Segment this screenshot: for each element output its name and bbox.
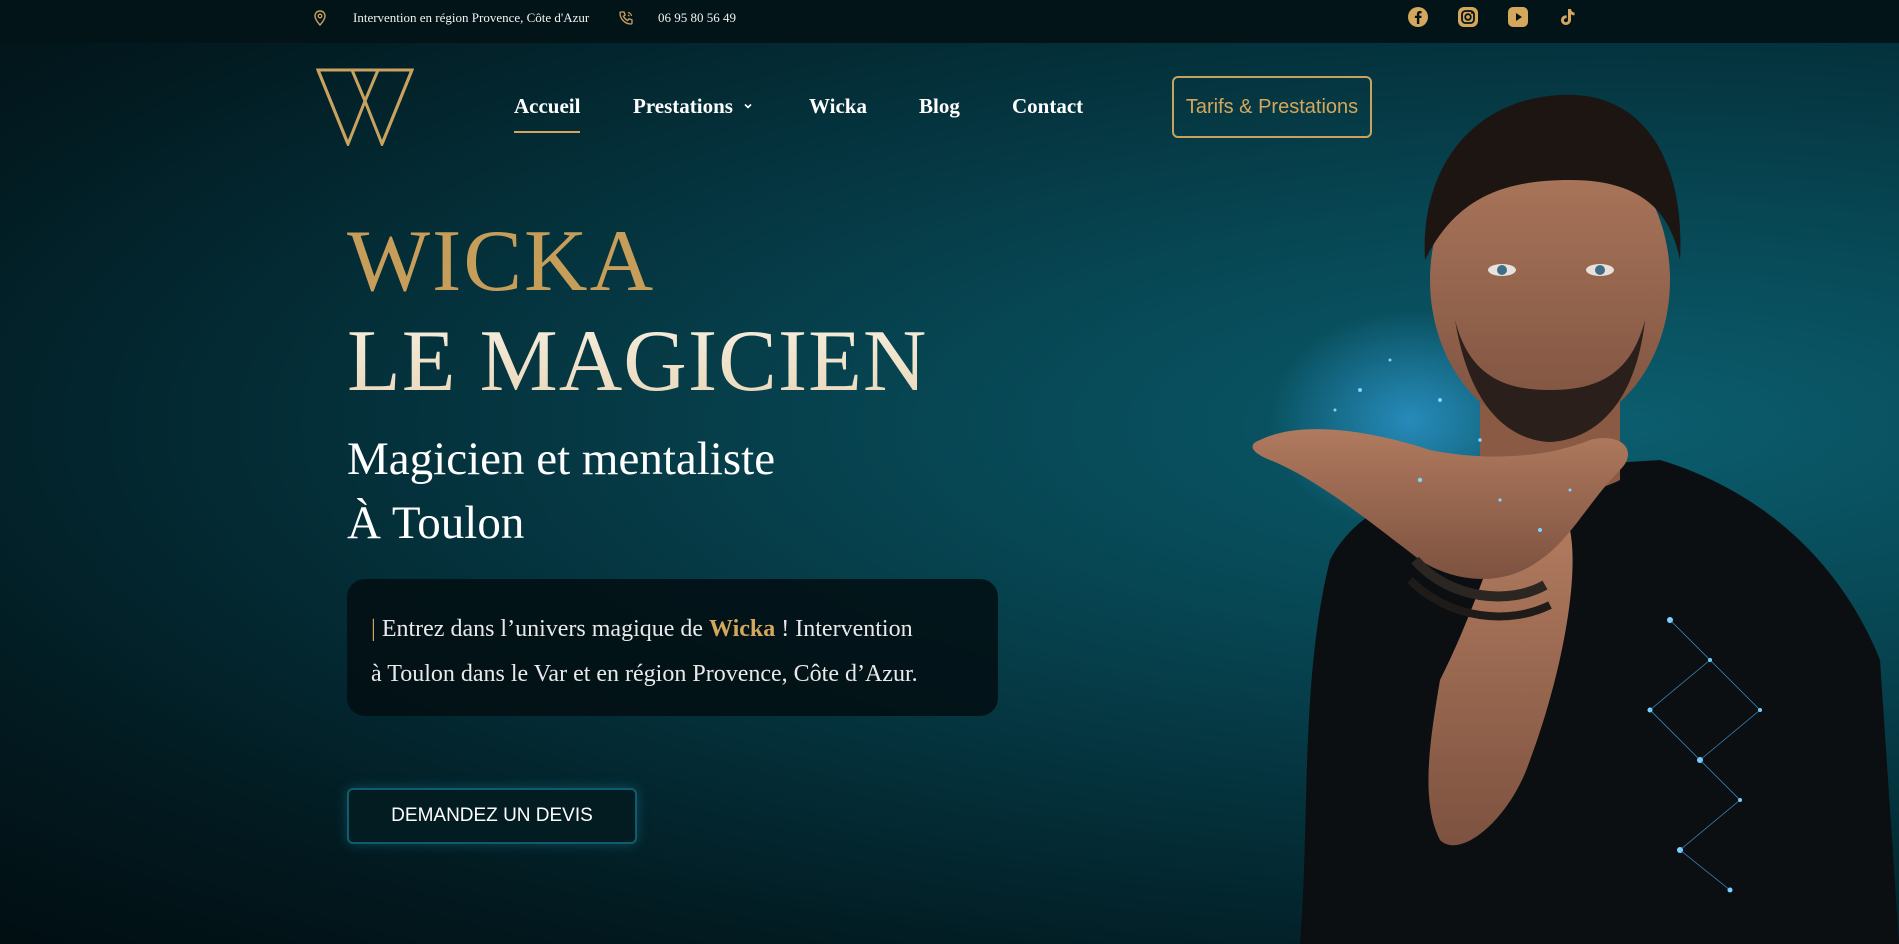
- phone-info[interactable]: 06 95 80 56 49: [618, 0, 736, 35]
- intro-box: | Entrez dans l’univers magique de Wicka…: [347, 579, 998, 716]
- nav-wicka-link[interactable]: Wicka: [809, 94, 867, 119]
- nav-prestations[interactable]: Prestations: [633, 88, 753, 124]
- nav-prestations-link[interactable]: Prestations: [633, 94, 733, 119]
- youtube-icon[interactable]: [1507, 6, 1529, 28]
- nav-accueil[interactable]: Accueil: [514, 88, 581, 133]
- instagram-icon[interactable]: [1457, 6, 1479, 28]
- magician-portrait: [1240, 60, 1899, 944]
- map-pin-icon: [313, 9, 327, 26]
- facebook-icon[interactable]: [1407, 6, 1429, 28]
- intro-text-line2: à Toulon dans le Var et en région Proven…: [371, 661, 918, 687]
- phone-icon: [618, 10, 634, 26]
- demandez-devis-button[interactable]: DEMANDEZ UN DEVIS: [347, 788, 637, 844]
- location-info: Intervention en région Provence, Côte d'…: [313, 0, 589, 35]
- nav-accueil-link[interactable]: Accueil: [514, 94, 581, 133]
- intro-text-after: ! Intervention: [781, 616, 913, 642]
- page: Intervention en région Provence, Côte d'…: [0, 0, 1899, 944]
- intro-bar: |: [371, 616, 376, 642]
- hero-subtitle-line2: À Toulon: [347, 497, 525, 549]
- wicka-logo[interactable]: [315, 68, 415, 149]
- nav-blog[interactable]: Blog: [919, 88, 960, 124]
- nav-wicka[interactable]: Wicka: [809, 88, 867, 124]
- nav-blog-link[interactable]: Blog: [919, 94, 960, 119]
- phone-text: 06 95 80 56 49: [658, 9, 736, 25]
- nav-contact[interactable]: Contact: [1012, 88, 1083, 124]
- location-text: Intervention en région Provence, Côte d'…: [353, 9, 590, 25]
- hero-title-line1: WICKA: [347, 213, 656, 310]
- chevron-down-icon: [743, 97, 753, 115]
- intro-text-before: Entrez dans l’univers magique de: [381, 616, 704, 642]
- nav-contact-link[interactable]: Contact: [1012, 94, 1083, 119]
- hero-title-line2: LE MAGICIEN: [347, 313, 928, 410]
- top-bar: Intervention en région Provence, Côte d'…: [0, 0, 1899, 43]
- hero-subtitle-line1: Magicien et mentaliste: [347, 433, 776, 485]
- intro-brand: Wicka: [709, 616, 776, 642]
- tiktok-icon[interactable]: [1557, 6, 1579, 28]
